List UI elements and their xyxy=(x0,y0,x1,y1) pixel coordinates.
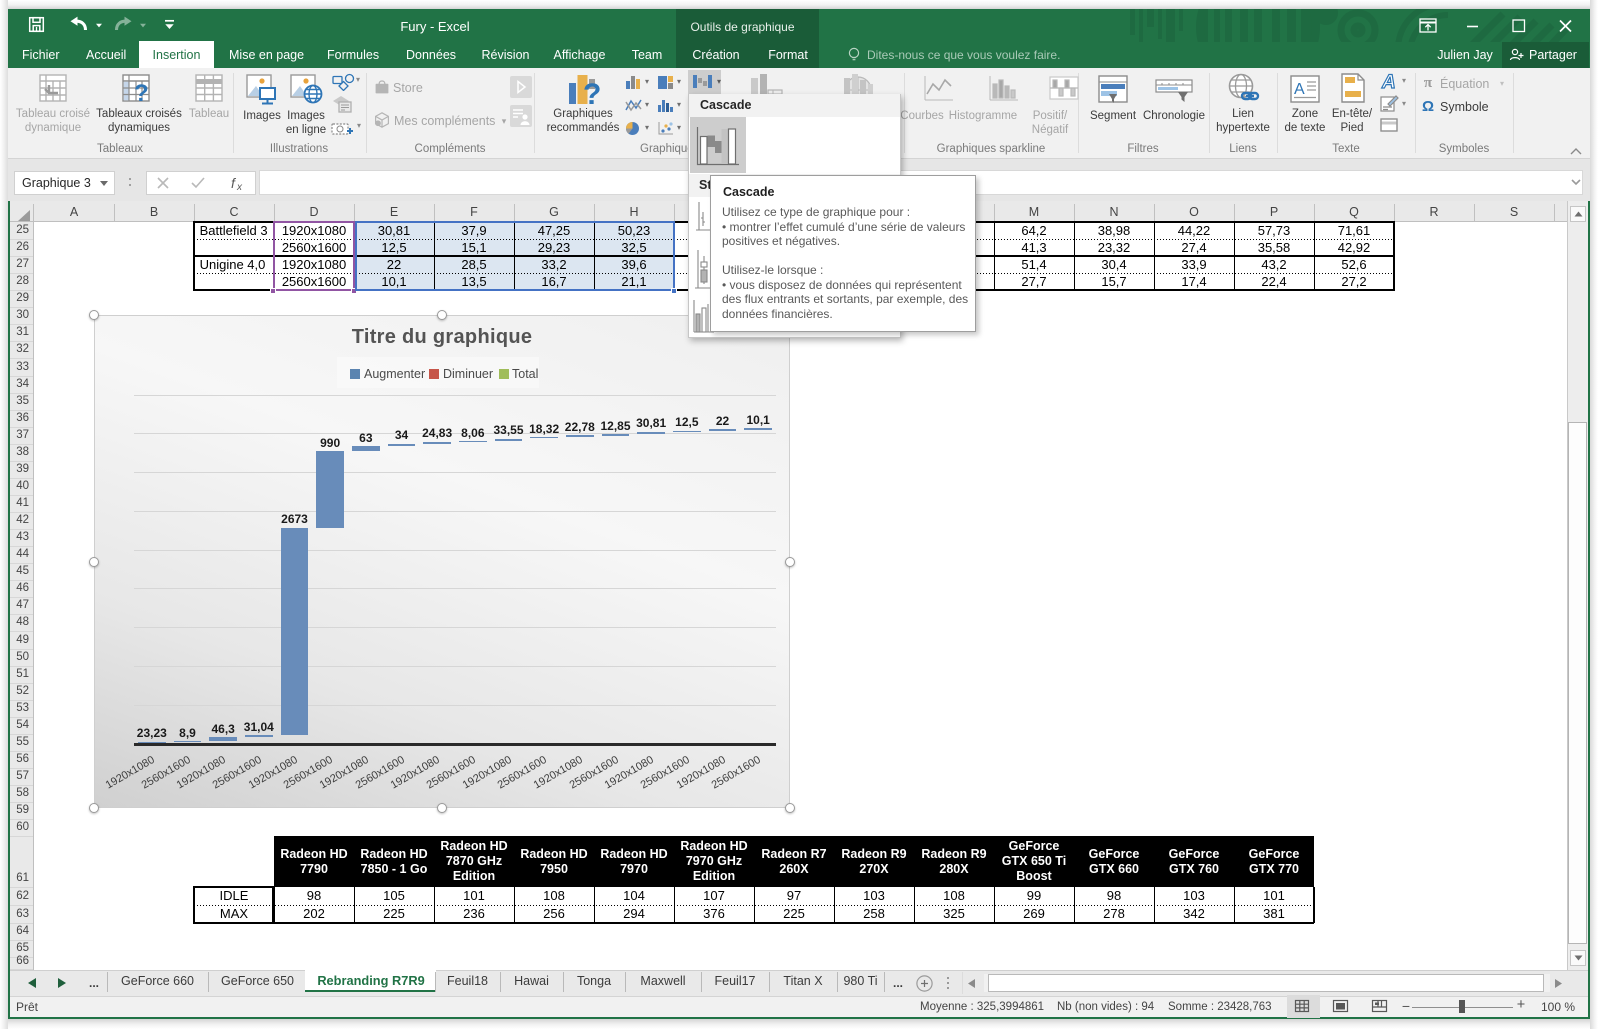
svg-text:A: A xyxy=(1294,81,1305,98)
svg-text:?: ? xyxy=(583,78,601,107)
svg-text:?: ? xyxy=(134,80,149,106)
svg-text:x: x xyxy=(236,182,243,193)
svg-text:A: A xyxy=(1381,72,1396,90)
